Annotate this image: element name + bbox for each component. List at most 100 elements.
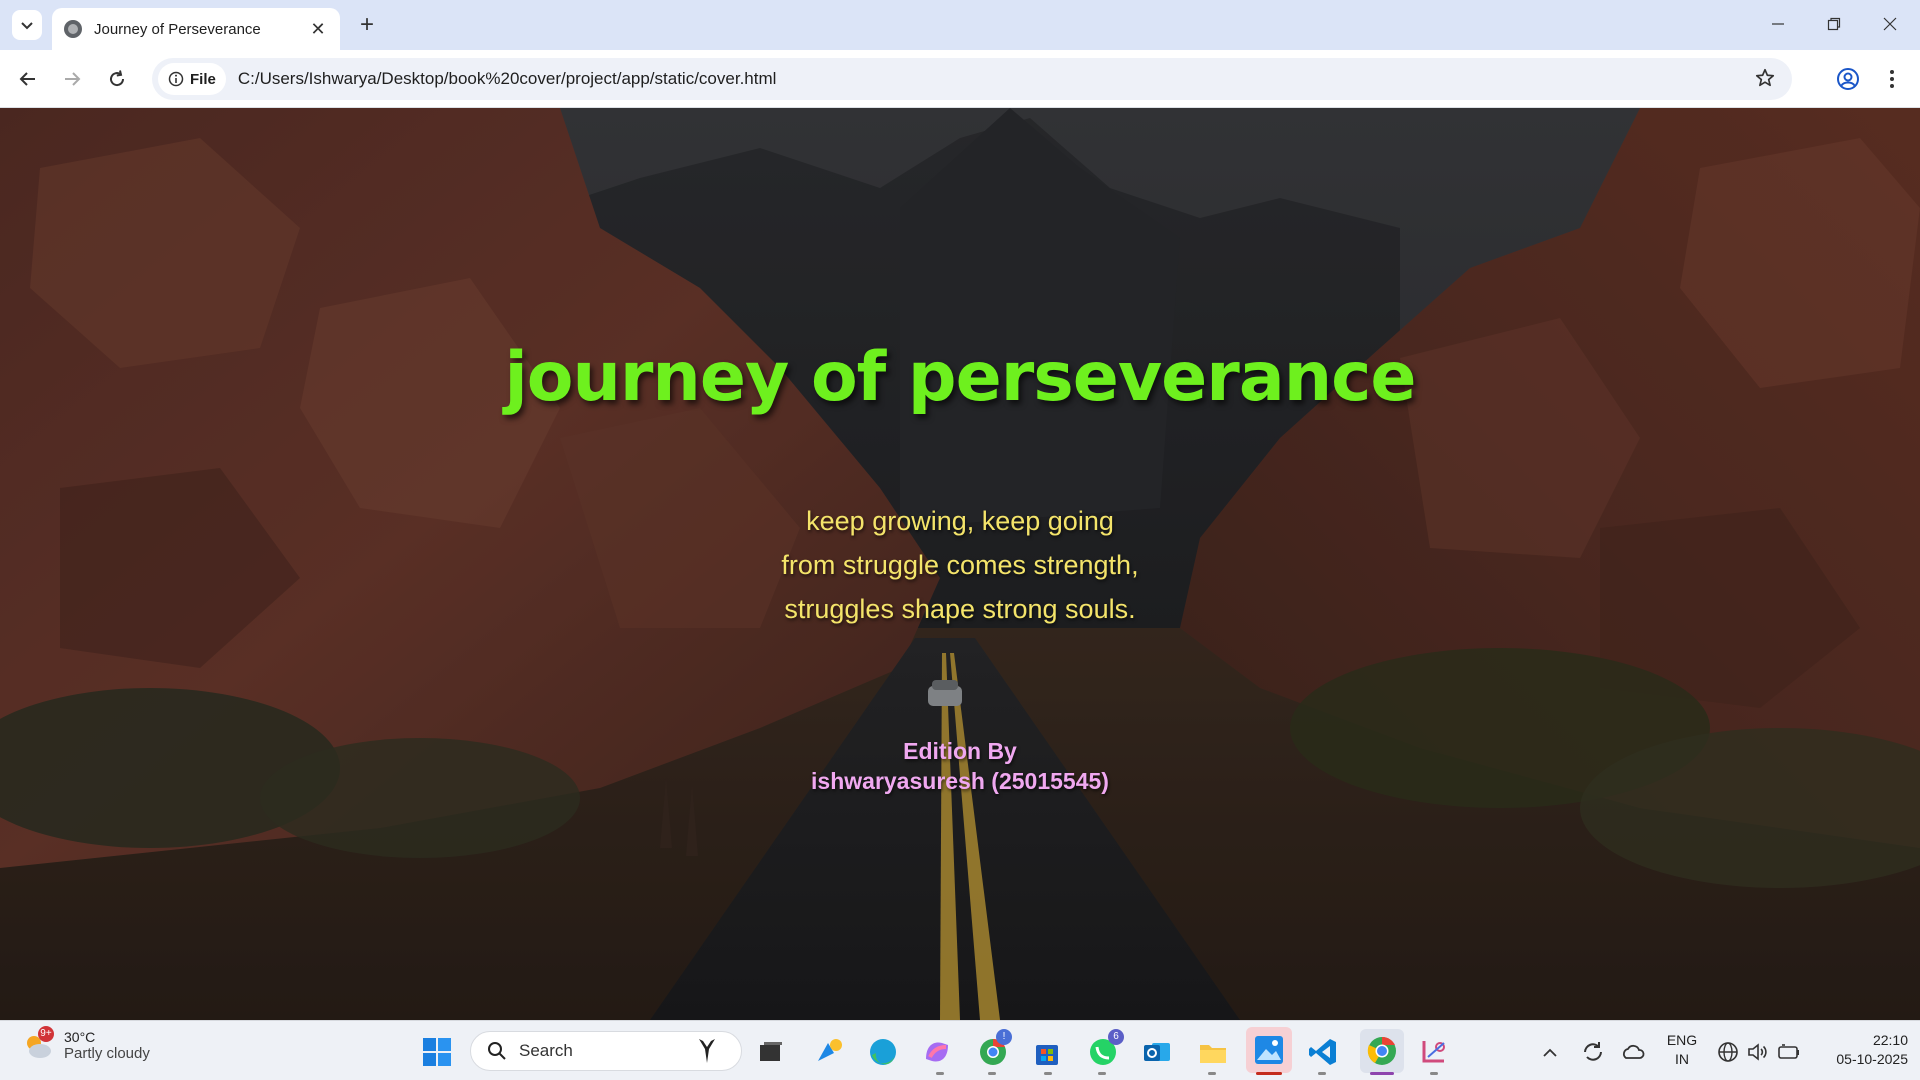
weather-desc: Partly cloudy bbox=[64, 1045, 150, 1062]
photos-icon bbox=[1255, 1036, 1283, 1064]
browser-toolbar: File C:/Users/Ishwarya/Desktop/book%20co… bbox=[0, 50, 1920, 108]
photos-app[interactable] bbox=[1246, 1027, 1292, 1073]
author-name: ishwaryasuresh (25015545) bbox=[811, 768, 1109, 794]
copilot-app[interactable] bbox=[812, 1035, 846, 1069]
quote-line-3: struggles shape strong souls. bbox=[784, 594, 1136, 624]
search-label: Search bbox=[519, 1041, 573, 1060]
language-line-1: ENG bbox=[1666, 1032, 1698, 1048]
new-tab-button[interactable]: + bbox=[352, 10, 382, 40]
back-button[interactable] bbox=[12, 63, 44, 95]
whatsapp-app[interactable]: 6 bbox=[1086, 1029, 1124, 1069]
weather-icon: 9+ bbox=[22, 1025, 54, 1062]
weather-badge: 9+ bbox=[38, 1025, 54, 1042]
globe-icon bbox=[64, 20, 82, 38]
chrome-app[interactable] bbox=[1360, 1029, 1404, 1073]
info-icon bbox=[168, 71, 184, 87]
book-cover-page: journey of perseverance keep growing, ke… bbox=[0, 108, 1920, 1020]
copilot-colorful-icon bbox=[926, 1042, 948, 1062]
edge-browser-app[interactable] bbox=[866, 1035, 900, 1069]
browser-tab-strip: Journey of Perseverance ✕ + bbox=[0, 0, 1920, 50]
running-indicator bbox=[1430, 1072, 1438, 1075]
windows-taskbar: 9+ 30°C Partly cloudy Search ! 6 ENG IN … bbox=[0, 1020, 1920, 1080]
site-info-label: File bbox=[190, 70, 216, 88]
profile-icon bbox=[1837, 68, 1859, 90]
reload-icon bbox=[110, 70, 125, 87]
forward-button[interactable] bbox=[56, 63, 88, 95]
show-hidden-icons-button[interactable] bbox=[1538, 1041, 1562, 1065]
weather-temp: 30°C bbox=[64, 1029, 96, 1045]
running-indicator bbox=[1098, 1072, 1106, 1075]
cover-title: journey of perseverance bbox=[504, 338, 1416, 417]
network-tray-icon[interactable] bbox=[1716, 1040, 1740, 1064]
language-line-2: IN bbox=[1675, 1051, 1689, 1067]
url-text[interactable]: C:/Users/Ishwarya/Desktop/book%20cover/p… bbox=[238, 69, 777, 89]
active-indicator bbox=[1370, 1072, 1394, 1075]
running-indicator bbox=[1208, 1072, 1216, 1075]
profile-button[interactable] bbox=[1832, 63, 1864, 95]
language-indicator[interactable]: ENG IN bbox=[1660, 1031, 1704, 1069]
file-explorer-app[interactable] bbox=[1196, 1035, 1230, 1069]
outlook-icon bbox=[1144, 1043, 1170, 1061]
copilot-icon bbox=[818, 1039, 842, 1061]
weather-widget[interactable]: 9+ 30°C Partly cloudy bbox=[22, 1025, 150, 1062]
folder-icon bbox=[1200, 1045, 1226, 1063]
site-info-chip[interactable]: File bbox=[158, 63, 226, 95]
running-indicator bbox=[1318, 1072, 1326, 1075]
clock[interactable]: 22:10 05-10-2025 bbox=[1806, 1031, 1916, 1069]
store-icon bbox=[1036, 1045, 1058, 1065]
snipping-tool-icon bbox=[1422, 1041, 1445, 1063]
whatsapp-badge: 6 bbox=[1108, 1029, 1124, 1045]
quote-line-2: from struggle comes strength, bbox=[781, 550, 1139, 580]
close-window-button[interactable] bbox=[1868, 6, 1912, 42]
active-indicator bbox=[1256, 1072, 1282, 1075]
tab-close-icon[interactable]: ✕ bbox=[308, 19, 328, 40]
running-indicator bbox=[936, 1072, 944, 1075]
tab-search-button[interactable] bbox=[12, 10, 42, 40]
microsoft-store-app[interactable] bbox=[1030, 1035, 1064, 1069]
outlook-app[interactable] bbox=[1140, 1035, 1174, 1069]
taskbar-search[interactable]: Search bbox=[470, 1031, 742, 1071]
running-indicator bbox=[988, 1072, 996, 1075]
copilot-app-2[interactable] bbox=[920, 1035, 954, 1069]
arrow-left-icon bbox=[19, 72, 35, 86]
active-tab[interactable]: Journey of Perseverance ✕ bbox=[52, 8, 340, 50]
bookmark-button[interactable] bbox=[1754, 67, 1776, 94]
chrome-icon bbox=[1367, 1036, 1396, 1065]
volume-icon bbox=[1748, 1043, 1767, 1061]
quote-line-1: keep growing, keep going bbox=[806, 506, 1114, 536]
menu-button[interactable] bbox=[1876, 63, 1908, 95]
chevron-up-icon bbox=[1543, 1048, 1557, 1057]
chevron-down-icon bbox=[21, 22, 33, 30]
sync-tray-icon[interactable] bbox=[1580, 1039, 1606, 1065]
battery-tray-icon[interactable] bbox=[1776, 1040, 1802, 1064]
clock-date: 05-10-2025 bbox=[1836, 1051, 1908, 1067]
tab-title: Journey of Perseverance bbox=[94, 20, 261, 38]
search-highlight-icon bbox=[699, 1039, 715, 1063]
minimize-button[interactable] bbox=[1756, 6, 1800, 42]
start-button[interactable] bbox=[420, 1035, 454, 1069]
task-view-button[interactable] bbox=[754, 1035, 788, 1069]
running-indicator bbox=[1044, 1072, 1052, 1075]
sync-icon bbox=[1584, 1042, 1602, 1061]
more-vertical-icon bbox=[1890, 70, 1894, 88]
reload-button[interactable] bbox=[101, 63, 133, 95]
address-bar[interactable]: File C:/Users/Ishwarya/Desktop/book%20co… bbox=[152, 58, 1792, 100]
chrome-badge: ! bbox=[996, 1029, 1012, 1045]
restore-button[interactable] bbox=[1812, 6, 1856, 42]
edge-icon bbox=[870, 1039, 896, 1065]
task-view-icon bbox=[760, 1042, 782, 1061]
search-icon bbox=[488, 1042, 506, 1060]
chrome-profile-app[interactable]: ! bbox=[976, 1029, 1012, 1069]
restore-icon bbox=[1827, 17, 1841, 31]
star-icon bbox=[1755, 68, 1775, 87]
windows-logo-icon bbox=[423, 1038, 451, 1066]
snipping-tool-app[interactable] bbox=[1418, 1035, 1452, 1069]
battery-icon bbox=[1778, 1044, 1799, 1059]
onedrive-tray-icon[interactable] bbox=[1620, 1039, 1646, 1065]
close-icon bbox=[1883, 17, 1897, 31]
vscode-app[interactable] bbox=[1306, 1035, 1340, 1069]
cloud-icon bbox=[1623, 1044, 1645, 1059]
arrow-right-icon bbox=[65, 72, 81, 86]
globe-icon bbox=[1718, 1042, 1738, 1062]
volume-tray-icon[interactable] bbox=[1746, 1040, 1770, 1064]
